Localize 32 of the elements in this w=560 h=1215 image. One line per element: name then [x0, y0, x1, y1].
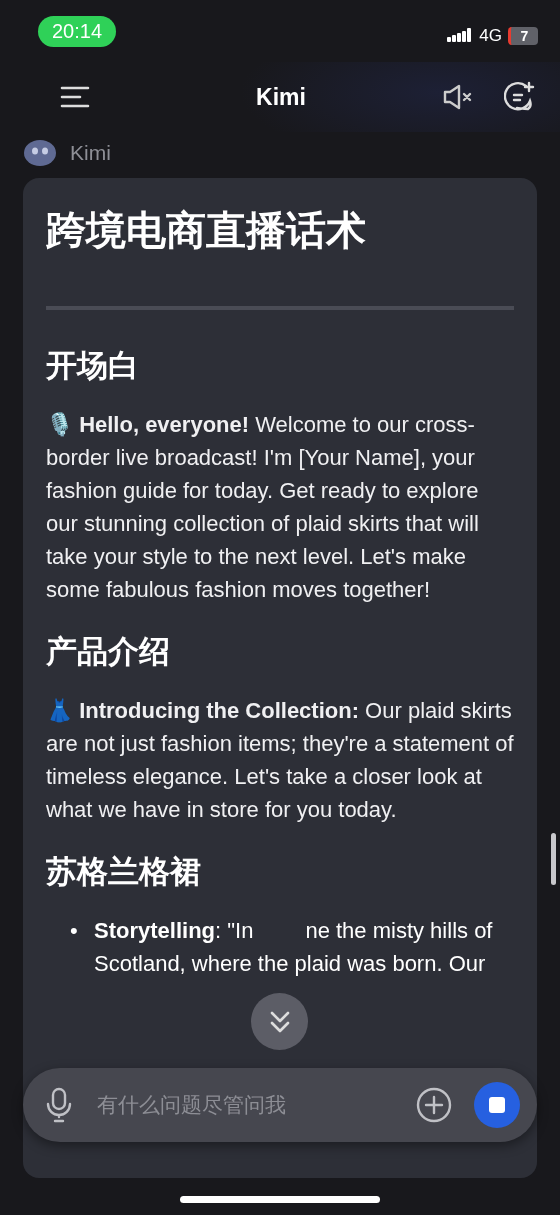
add-button[interactable] [416, 1087, 452, 1123]
battery-level: 7 [508, 27, 538, 45]
paragraph: 👗 Introducing the Collection: Our plaid skirts are not just fashion items; they're a statement of timeless elegance. Let's take a closer look at what we have in store for you today. [46, 697, 514, 824]
chevron-down-icon [268, 1009, 291, 1034]
menu-icon [60, 85, 90, 109]
signal-icon [447, 28, 474, 44]
section-heading: 开场白 [46, 347, 140, 385]
section-heading: 产品介绍 [46, 633, 171, 671]
bullet-text: Scotland, where the plaid was born. Our [94, 950, 487, 978]
bullet-marker: • [70, 917, 78, 945]
scrollbar [551, 833, 556, 885]
network-label: 4G [479, 26, 502, 46]
message-title: 跨境电商直播话术 [46, 207, 367, 254]
stop-icon [489, 1097, 505, 1113]
stop-button[interactable] [474, 1082, 520, 1128]
menu-button[interactable] [60, 85, 90, 109]
app-title: Kimi [255, 83, 307, 111]
microphone-icon [45, 1087, 73, 1123]
new-chat-button[interactable] [504, 81, 536, 113]
message-input[interactable]: 有什么问题尽管问我 [95, 1092, 416, 1118]
voice-input-button[interactable] [45, 1087, 73, 1123]
section-heading: 苏格兰格裙 [46, 853, 202, 891]
paragraph: 🎙 Hello, everyone! Welcome to our cross-border live broadcast! I'm [Your Name], your fashion guide for today. Get ready to explore our stunning collection of plaid skirts that will take your style to the next level. Let's make some fabulous fashion moves together! [46, 411, 480, 604]
plus-icon [416, 1087, 452, 1123]
chat-plus-icon [504, 81, 536, 113]
bullet-text: ne the misty hills of [305, 917, 493, 945]
status-time: 20:14 [38, 15, 117, 47]
bullet-text: Storytelling: "In [94, 917, 254, 945]
speaker-muted-icon [442, 83, 474, 111]
mute-button[interactable] [442, 83, 474, 111]
sender-name: Kimi [70, 141, 111, 165]
avatar-icon [24, 140, 56, 166]
